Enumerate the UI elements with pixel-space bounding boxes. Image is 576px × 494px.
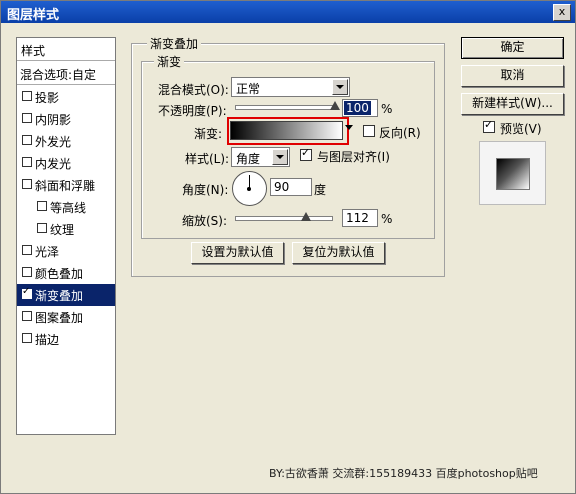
angle-unit: 度 — [314, 183, 327, 197]
blend-options-item[interactable]: 混合选项:自定 — [17, 62, 115, 85]
preview-label: 预览(V) — [500, 122, 542, 136]
angle-input[interactable]: 90 — [270, 178, 312, 196]
style-item-label: 斜面和浮雕 — [35, 179, 96, 193]
scale-label: 缩放(S): — [182, 214, 228, 228]
align-with-layer-checkbox[interactable] — [300, 146, 312, 161]
style-item-label: 描边 — [35, 333, 60, 347]
scale-value: 112 — [346, 211, 369, 225]
chevron-down-icon[interactable] — [332, 79, 348, 95]
checkbox-icon[interactable] — [22, 157, 32, 167]
gradient-group-title: 渐变 — [154, 53, 185, 70]
scale-slider-track[interactable] — [235, 216, 333, 221]
checkbox-icon[interactable] — [22, 179, 32, 189]
styles-header-label: 样式 — [21, 44, 46, 58]
checkbox-icon[interactable] — [22, 245, 32, 255]
style-item-outer-glow[interactable]: 外发光 — [17, 130, 115, 152]
angle-label: 角度(N): — [182, 183, 229, 197]
blend-mode-select[interactable]: 正常 — [231, 77, 350, 97]
opacity-value: 100 — [344, 101, 371, 115]
style-item-label: 光泽 — [35, 245, 60, 259]
blend-mode-value: 正常 — [236, 82, 261, 96]
style-item-gradient-overlay[interactable]: 渐变叠加 — [17, 284, 115, 306]
set-default-button[interactable]: 设置为默认值 — [191, 242, 284, 264]
style-item-label: 内阴影 — [35, 113, 72, 127]
style-item-bevel-emboss[interactable]: 斜面和浮雕 — [17, 174, 115, 196]
style-item-label: 投影 — [35, 91, 60, 105]
styles-list: 样式 混合选项:自定 投影 内阴影 外发光 内发光 斜面和浮雕 等高线 纹理 光… — [16, 37, 116, 435]
opacity-slider-thumb[interactable] — [330, 101, 340, 110]
reverse-checkbox[interactable] — [363, 125, 375, 137]
style-item-label: 等高线 — [50, 201, 87, 215]
style-item-stroke[interactable]: 描边 — [17, 328, 115, 350]
checkbox-icon[interactable] — [37, 223, 47, 233]
chevron-down-icon[interactable] — [345, 125, 353, 130]
checkbox-checked-icon[interactable] — [22, 286, 32, 299]
opacity-unit: % — [381, 102, 393, 116]
blend-mode-label: 混合模式(O): — [158, 83, 229, 97]
style-item-label: 纹理 — [50, 223, 75, 237]
style-label: 样式(L): — [185, 152, 230, 166]
checkbox-icon[interactable] — [22, 333, 32, 343]
style-item-color-overlay[interactable]: 颜色叠加 — [17, 262, 115, 284]
style-item-label: 颜色叠加 — [35, 267, 84, 281]
new-style-button[interactable]: 新建样式(W)... — [461, 93, 564, 115]
window-title: 图层样式 — [7, 8, 60, 23]
scale-unit: % — [381, 212, 393, 226]
close-button[interactable]: x — [553, 4, 571, 21]
style-item-drop-shadow[interactable]: 投影 — [17, 86, 115, 108]
style-select[interactable]: 角度 — [231, 147, 290, 167]
layer-style-dialog: 图层样式 x 样式 混合选项:自定 投影 内阴影 外发光 内发光 斜面和浮雕 等… — [0, 0, 576, 494]
style-item-inner-glow[interactable]: 内发光 — [17, 152, 115, 174]
style-item-texture[interactable]: 纹理 — [17, 218, 115, 240]
align-with-layer-label: 与图层对齐(I) — [317, 150, 390, 164]
checkbox-icon[interactable] — [22, 91, 32, 101]
checkbox-icon[interactable] — [22, 113, 32, 123]
styles-header[interactable]: 样式 — [17, 38, 115, 61]
reverse-label: 反向(R) — [379, 126, 421, 140]
angle-dial-center — [247, 187, 251, 191]
checkbox-icon[interactable] — [22, 311, 32, 321]
opacity-slider-track[interactable] — [235, 105, 337, 110]
cancel-button[interactable]: 取消 — [461, 65, 564, 87]
style-item-inner-shadow[interactable]: 内阴影 — [17, 108, 115, 130]
style-item-pattern-overlay[interactable]: 图案叠加 — [17, 306, 115, 328]
preview-checkbox[interactable] — [483, 118, 495, 133]
title-bar[interactable]: 图层样式 x — [1, 1, 575, 23]
gradient-overlay-title: 渐变叠加 — [147, 35, 202, 52]
chevron-down-icon[interactable] — [272, 149, 288, 165]
ok-button[interactable]: 确定 — [461, 37, 564, 59]
checkbox-icon[interactable] — [22, 135, 32, 145]
checkbox-icon[interactable] — [22, 267, 32, 277]
opacity-input[interactable]: 100 — [342, 99, 378, 117]
blend-options-label: 混合选项:自定 — [20, 68, 97, 82]
style-value: 角度 — [236, 152, 261, 166]
opacity-label: 不透明度(P): — [158, 104, 227, 118]
style-item-satin[interactable]: 光泽 — [17, 240, 115, 262]
preview-swatch — [496, 158, 530, 190]
style-preview — [479, 141, 546, 205]
gradient-picker[interactable] — [230, 121, 343, 140]
gradient-label: 渐变: — [194, 127, 223, 141]
style-item-label: 图案叠加 — [35, 311, 84, 325]
checkbox-icon[interactable] — [37, 201, 47, 211]
footer-watermark: BY:古欲香萧 交流群:155189433 百度photoshop贴吧 — [269, 467, 538, 480]
scale-slider-thumb[interactable] — [301, 212, 312, 221]
style-item-label: 外发光 — [35, 135, 72, 149]
angle-dial[interactable] — [232, 171, 267, 206]
scale-input[interactable]: 112 — [342, 209, 378, 227]
reset-default-button[interactable]: 复位为默认值 — [292, 242, 385, 264]
angle-value: 90 — [274, 180, 290, 194]
style-item-label: 渐变叠加 — [35, 289, 84, 303]
style-item-contour[interactable]: 等高线 — [17, 196, 115, 218]
style-item-label: 内发光 — [35, 157, 72, 171]
